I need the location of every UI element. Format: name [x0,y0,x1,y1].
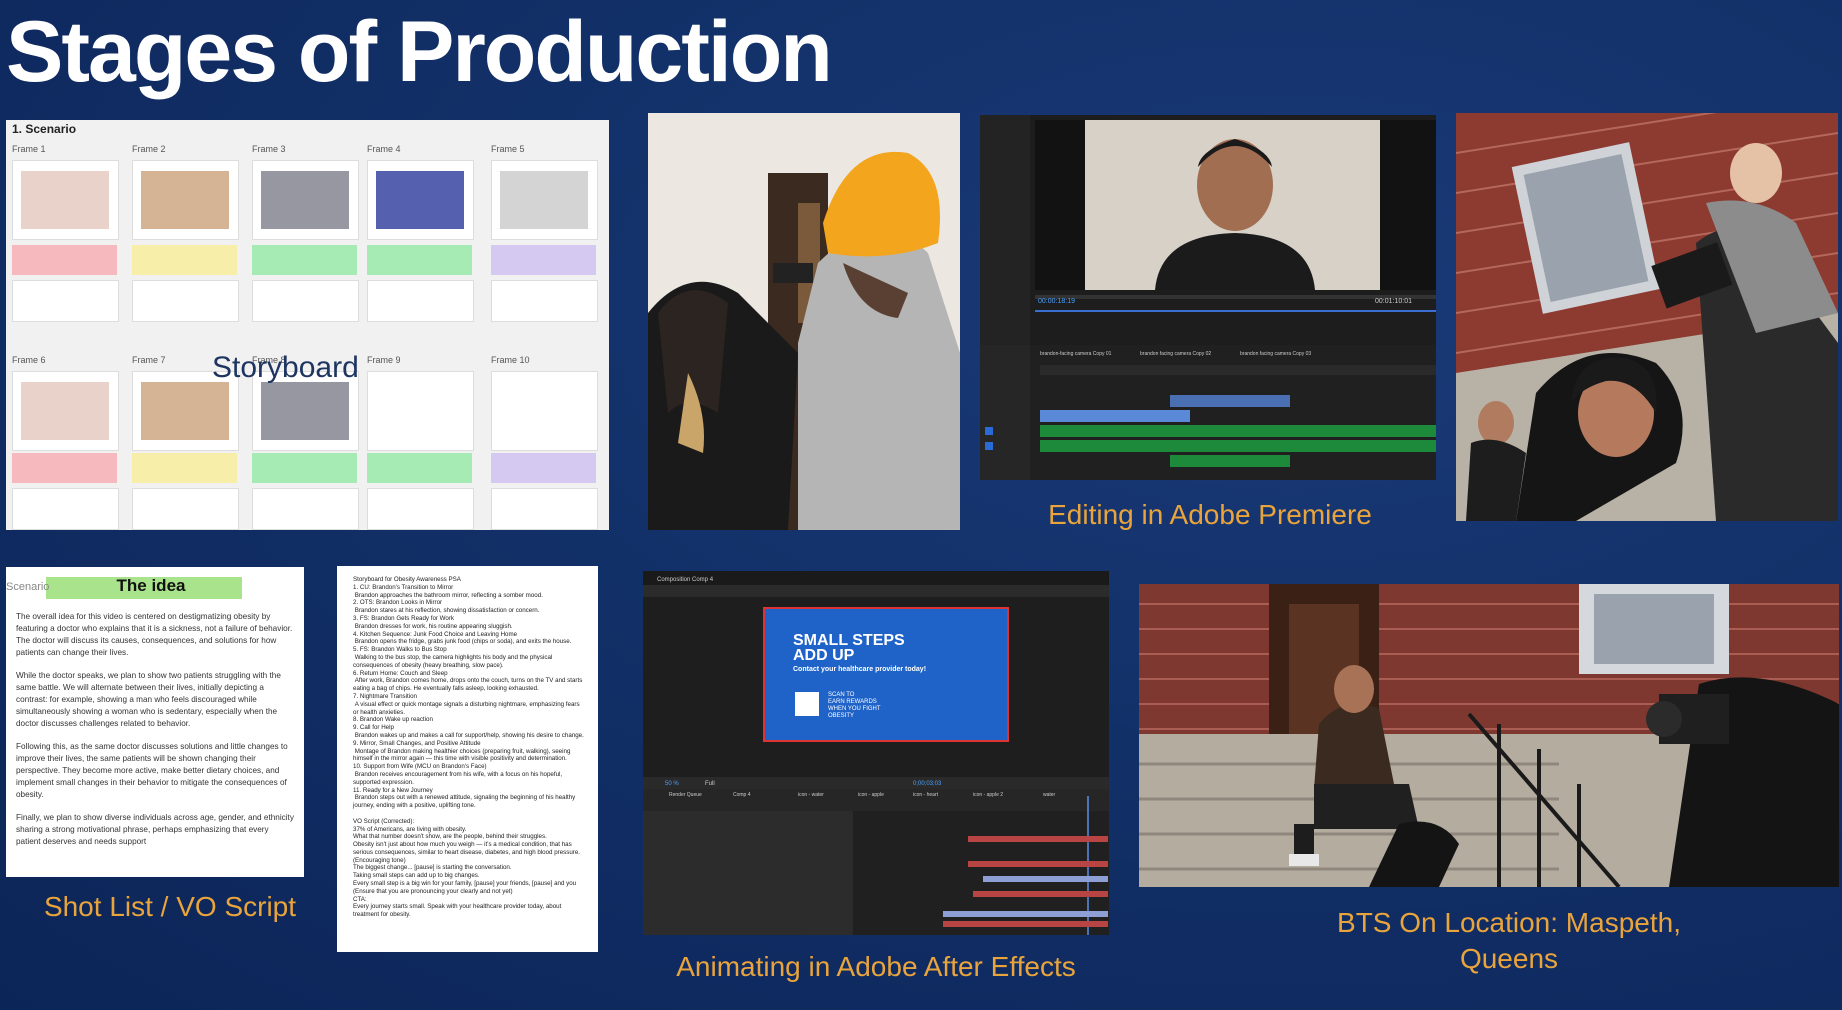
ae-headline: SMALL STEPS ADD UP [793,632,905,664]
ae-tab: icon - water [798,792,824,798]
storyboard-detail-rows [491,280,598,322]
storyboard-frame-image [367,371,474,451]
idea-title: The idea [116,576,186,595]
premiere-track-label-1: brandon-facing camera Copy 01 [1040,351,1112,357]
storyboard-frame-art [261,171,349,229]
storyboard-heading: 1. Scenario [12,122,77,136]
storyboard-sticky-note [132,245,237,275]
storyboard-sticky-note [491,453,596,483]
ae-tab: icon - apple [858,792,884,798]
bts-filming-photo [648,113,960,530]
storyboard-detail-rows [132,488,239,530]
storyboard-frame-label: Frame 2 [132,144,166,154]
premiere-track-label-2: brandon facing camera Copy 02 [1140,351,1211,357]
ae-tab: water [1043,792,1056,798]
storyboard-detail-rows [12,488,119,530]
caption-bts-location: BTS On Location: Maspeth, Queens [1337,907,1681,974]
storyboard-sticky-note [367,245,472,275]
storyboard-detail-rows [491,488,598,530]
premiere-timecode-left: 00:00:18:19 [1038,298,1075,305]
storyboard-sticky-note [491,245,596,275]
storyboard-label: Storyboard [212,351,359,384]
storyboard-frame-art [141,171,229,229]
slide-title: Stages of Production [6,4,833,100]
ae-zoom: 50 % [665,781,679,787]
storyboard-frame-image [252,160,359,240]
storyboard-frame-label: Frame 7 [132,355,166,365]
idea-paragraph: While the doctor speaks, we plan to show… [16,671,281,728]
ae-tab: Comp 4 [733,792,751,798]
storyboard-frame-label: Frame 4 [367,144,401,154]
storyboard-frame-image [491,371,598,451]
storyboard-frame-label: Frame 10 [491,355,530,365]
ae-panel-title: Composition Comp 4 [657,577,714,583]
ae-headline-text: SMALL STEPS ADD UP [793,632,905,664]
storyboard-detail-rows [367,488,474,530]
bts-location-photo [1139,584,1839,887]
vo-script-text: Storyboard for Obesity Awareness PSA 1. … [353,576,584,919]
storyboard-frame-art [376,171,464,229]
storyboard-detail-rows [252,280,359,322]
storyboard-frame-image [12,160,119,240]
ae-scan-text: SCAN TO EARN REWARDS WHEN YOU FIGHT OBES… [828,692,881,719]
bts-selfie-photo [1456,113,1838,521]
idea-paragraph: Finally, we plan to show diverse individ… [16,813,294,846]
premiere-timecode-right: 00:01:10:01 [1375,298,1412,305]
storyboard-sticky-note [132,453,237,483]
ae-tab: icon - apple 2 [973,792,1003,798]
storyboard-frame-image [12,371,119,451]
storyboard-frame-image [132,160,239,240]
ae-tab: Render Queue [669,792,702,798]
storyboard-frame-image [491,160,598,240]
idea-paragraph: Following this, as the same doctor discu… [16,742,288,799]
ae-quality: Full [705,781,715,787]
storyboard-sticky-note [252,453,357,483]
caption-shot-list: Shot List / VO Script [43,891,297,922]
storyboard-frame-art [261,382,349,440]
storyboard-detail-rows [132,280,239,322]
storyboard-detail-rows [252,488,359,530]
storyboard-frame-image [367,160,474,240]
qr-code-icon [795,692,819,716]
premiere-screenshot: 00:00:18:19 00:01:10:01 brandon-facing c… [980,115,1436,480]
idea-paragraph: The overall idea for this video is cente… [16,612,293,657]
storyboard-detail-rows [367,280,474,322]
storyboard-frame-label: Frame 9 [367,355,401,365]
storyboard-detail-rows [12,280,119,322]
storyboard-sticky-note [252,245,357,275]
vo-script-document: Storyboard for Obesity Awareness PSA 1. … [337,566,598,952]
ae-tab: icon - heart [913,792,939,798]
storyboard-frame-label: Frame 1 [12,144,46,154]
ae-composition-preview: SMALL STEPS ADD UP Contact your healthca… [763,607,1009,742]
storyboard-frame-label: Frame 5 [491,144,525,154]
idea-document: Scenario The idea The overall idea for t… [6,567,304,877]
storyboard-frame-art [500,171,588,229]
storyboard-frame-art [141,382,229,440]
storyboard-sticky-note [367,453,472,483]
storyboard-sticky-note [12,453,117,483]
premiere-track-label-3: brandon facing camera Copy 03 [1240,351,1311,357]
storyboard-frame-art [21,382,109,440]
caption-after-effects: Animating in Adobe After Effects [676,951,1076,982]
storyboard-image: 1. Scenario Frame 1 Frame 2 Frame 3 Frame 4… [6,120,609,530]
after-effects-screenshot: Composition Comp 4 50 % Full 0;00;03;03 … [643,571,1109,935]
storyboard-sticky-note [12,245,117,275]
ae-subtext: Contact your healthcare provider today! [793,666,927,673]
storyboard-frame-label: Frame 6 [12,355,46,365]
ae-timecode: 0;00;03;03 [913,781,942,787]
caption-premiere: Editing in Adobe Premiere [1048,499,1372,530]
idea-body: The overall idea for this video is cente… [16,611,294,859]
storyboard-frame-label: Frame 3 [252,144,286,154]
storyboard-frame-art [21,171,109,229]
